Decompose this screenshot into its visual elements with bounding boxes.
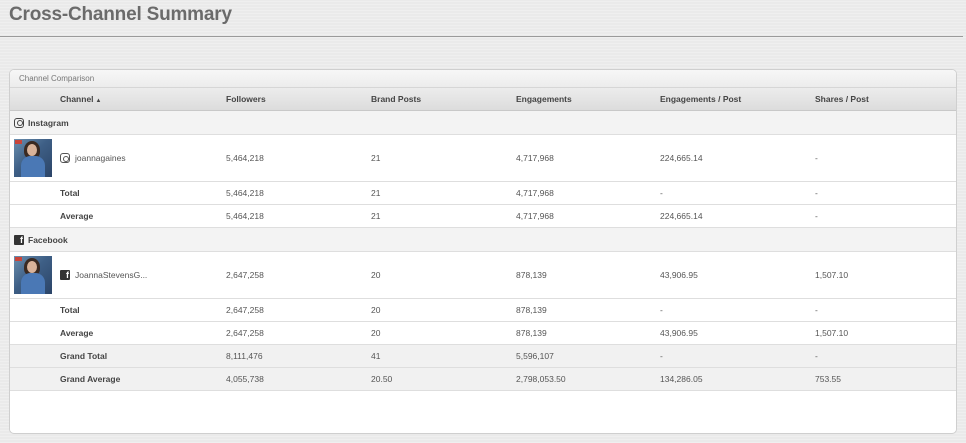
- shares-per-post-value: 1,507.10: [815, 270, 849, 280]
- column-header-channel-label: Channel: [60, 94, 94, 104]
- engagements-value: 878,139: [516, 270, 547, 280]
- engagements-per-post-value: 43,906.95: [660, 270, 698, 280]
- facebook-icon: f: [60, 270, 70, 280]
- facebook-icon: f: [14, 234, 24, 245]
- instagram-icon: [60, 153, 70, 163]
- table-empty-area: [10, 391, 956, 431]
- shares-per-post-value: 1,507.10: [815, 328, 849, 338]
- account-name[interactable]: JoannaStevensG...: [75, 270, 147, 280]
- row-label: Total: [60, 305, 80, 315]
- row-label: Total: [60, 188, 80, 198]
- followers-value: 5,464,218: [226, 211, 264, 221]
- shares-per-post-value: -: [815, 211, 818, 221]
- table-row[interactable]: f JoannaStevensG... 2,647,258 20 878,139…: [10, 252, 956, 299]
- instagram-icon: [14, 117, 24, 128]
- engagements-per-post-value: 134,286.05: [660, 374, 703, 384]
- followers-value: 2,647,258: [226, 270, 264, 280]
- shares-per-post-value: -: [815, 351, 818, 361]
- engagements-value: 2,798,053.50: [516, 374, 566, 384]
- followers-value: 8,111,476: [226, 351, 263, 361]
- engagements-per-post-value: -: [660, 351, 663, 361]
- row-label: Grand Total: [60, 351, 108, 361]
- panel-title: Channel Comparison: [10, 70, 956, 88]
- section-label: Instagram: [28, 117, 69, 128]
- total-row-instagram: Total 5,464,218 21 4,717,968 - -: [10, 182, 956, 205]
- row-label: Average: [60, 328, 94, 338]
- column-header-brand-posts[interactable]: Brand Posts: [371, 94, 421, 104]
- engagements-value: 878,139: [516, 305, 547, 315]
- engagements-value: 4,717,968: [516, 188, 554, 198]
- total-row-facebook: Total 2,647,258 20 878,139 - -: [10, 299, 956, 322]
- engagements-per-post-value: 43,906.95: [660, 328, 698, 338]
- channel-comparison-panel: Channel Comparison Channel ▲ Followers Br…: [9, 69, 957, 434]
- page: Cross-Channel Summary Channel Comparison…: [0, 0, 966, 443]
- title-divider: [0, 36, 963, 37]
- shares-per-post-value: -: [815, 188, 818, 198]
- section-label: Facebook: [28, 234, 68, 245]
- column-header-channel[interactable]: Channel ▲: [60, 94, 101, 104]
- table-header: Channel ▲ Followers Brand Posts Engagemen…: [10, 88, 956, 111]
- brand-posts-value: 21: [371, 153, 381, 163]
- row-label: Grand Average: [60, 374, 121, 384]
- followers-value: 5,464,218: [226, 188, 264, 198]
- sort-ascending-icon: ▲: [95, 98, 102, 104]
- engagements-per-post-value: -: [660, 305, 663, 315]
- avatar: [14, 256, 52, 294]
- section-row-instagram: Instagram: [10, 111, 956, 135]
- grand-average-row: Grand Average 4,055,738 20.50 2,798,053.…: [10, 368, 956, 391]
- shares-per-post-value: -: [815, 305, 818, 315]
- avatar: [14, 139, 52, 177]
- row-label: Average: [60, 211, 94, 221]
- section-row-facebook: f Facebook: [10, 228, 956, 252]
- table-row[interactable]: joannagaines 5,464,218 21 4,717,968 224,…: [10, 135, 956, 182]
- brand-posts-value: 21: [371, 188, 381, 198]
- average-row-instagram: Average 5,464,218 21 4,717,968 224,665.1…: [10, 205, 956, 228]
- brand-posts-value: 41: [371, 351, 381, 361]
- brand-posts-value: 20: [371, 305, 381, 315]
- engagements-value: 5,596,107: [516, 351, 554, 361]
- grand-total-row: Grand Total 8,111,476 41 5,596,107 - -: [10, 345, 956, 368]
- column-header-engagements-per-post[interactable]: Engagements / Post: [660, 94, 741, 104]
- brand-posts-value: 20.50: [371, 374, 393, 384]
- engagements-value: 878,139: [516, 328, 547, 338]
- comparison-table: Channel ▲ Followers Brand Posts Engagemen…: [10, 88, 956, 431]
- engagements-per-post-value: 224,665.14: [660, 211, 703, 221]
- shares-per-post-value: -: [815, 153, 818, 163]
- brand-posts-value: 21: [371, 211, 381, 221]
- followers-value: 2,647,258: [226, 328, 264, 338]
- column-header-shares-per-post[interactable]: Shares / Post: [815, 94, 869, 104]
- engagements-per-post-value: -: [660, 188, 663, 198]
- account-name[interactable]: joannagaines: [75, 153, 126, 163]
- page-title: Cross-Channel Summary: [9, 4, 232, 25]
- average-row-facebook: Average 2,647,258 20 878,139 43,906.95 1…: [10, 322, 956, 345]
- engagements-per-post-value: 224,665.14: [660, 153, 703, 163]
- engagements-value: 4,717,968: [516, 211, 554, 221]
- engagements-value: 4,717,968: [516, 153, 554, 163]
- column-header-followers[interactable]: Followers: [226, 94, 266, 104]
- brand-posts-value: 20: [371, 328, 381, 338]
- followers-value: 5,464,218: [226, 153, 264, 163]
- shares-per-post-value: 753.55: [815, 374, 841, 384]
- followers-value: 2,647,258: [226, 305, 264, 315]
- brand-posts-value: 20: [371, 270, 381, 280]
- followers-value: 4,055,738: [226, 374, 264, 384]
- column-header-engagements[interactable]: Engagements: [516, 94, 572, 104]
